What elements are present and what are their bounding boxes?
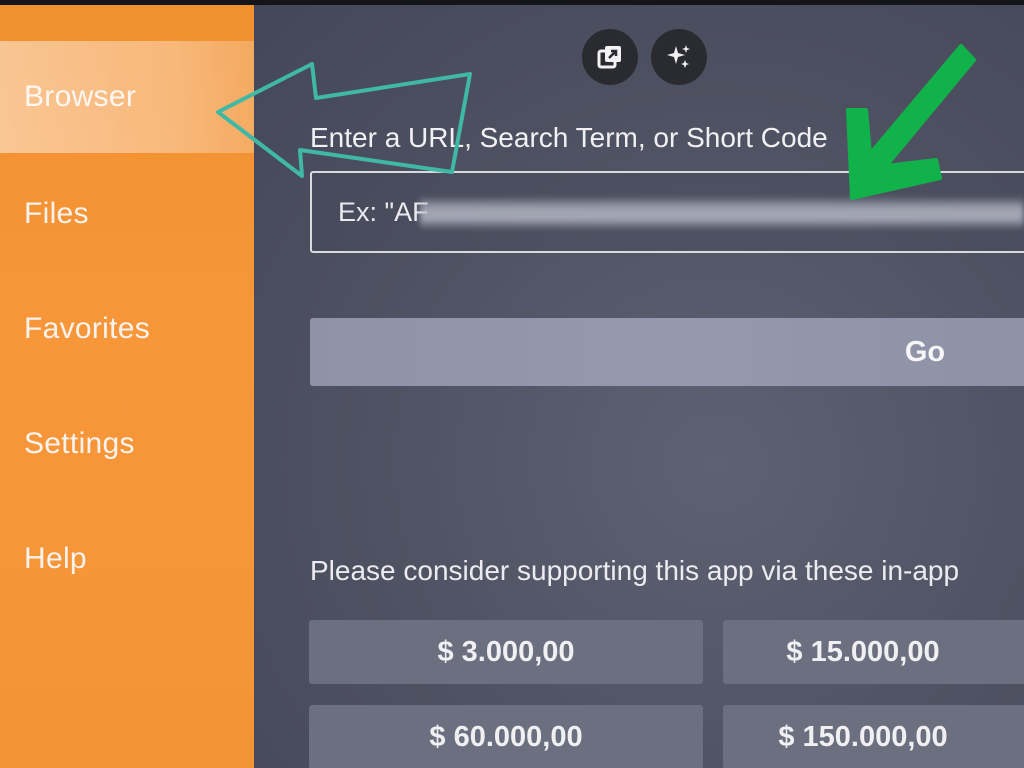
sidebar-item-label: Favorites (24, 312, 151, 345)
external-window-button[interactable] (582, 29, 638, 85)
go-button-label: Go (904, 335, 946, 368)
app-screen: Browser Files Favorites Settings Help En… (0, 0, 1024, 768)
support-message: Please consider supporting this app via … (310, 555, 960, 586)
url-input-value: Ex: "AF (338, 196, 429, 227)
sidebar-item-help[interactable]: Help (0, 503, 254, 615)
sidebar-item-browser[interactable]: Browser (0, 41, 254, 153)
donate-button-2[interactable]: $ 15.000,00 (723, 620, 1024, 684)
url-label: Enter a URL, Search Term, or Short Code (310, 122, 828, 153)
external-window-icon (597, 46, 621, 69)
go-button[interactable]: Go (310, 318, 1024, 386)
sidebar-item-settings[interactable]: Settings (0, 388, 254, 500)
sidebar: Browser Files Favorites Settings Help (0, 5, 254, 768)
donate-amount: $ 60.000,00 (429, 720, 583, 753)
sparkles-button[interactable] (651, 29, 707, 85)
donate-button-1[interactable]: $ 3.000,00 (309, 620, 703, 684)
sidebar-item-label: Help (24, 542, 87, 575)
donate-button-4[interactable]: $ 150.000,00 (723, 705, 1024, 768)
sidebar-item-files[interactable]: Files (0, 158, 254, 270)
sidebar-item-label: Browser (24, 80, 137, 113)
donate-amount: $ 150.000,00 (778, 720, 948, 753)
sidebar-item-label: Settings (24, 427, 135, 460)
sidebar-item-favorites[interactable]: Favorites (0, 273, 254, 385)
donate-amount: $ 3.000,00 (437, 635, 575, 668)
sidebar-item-label: Files (24, 197, 89, 230)
donate-button-3[interactable]: $ 60.000,00 (309, 705, 703, 768)
sparkles-icon (667, 45, 690, 68)
redacted-text-blur (420, 196, 1024, 230)
donate-amount: $ 15.000,00 (786, 635, 940, 668)
